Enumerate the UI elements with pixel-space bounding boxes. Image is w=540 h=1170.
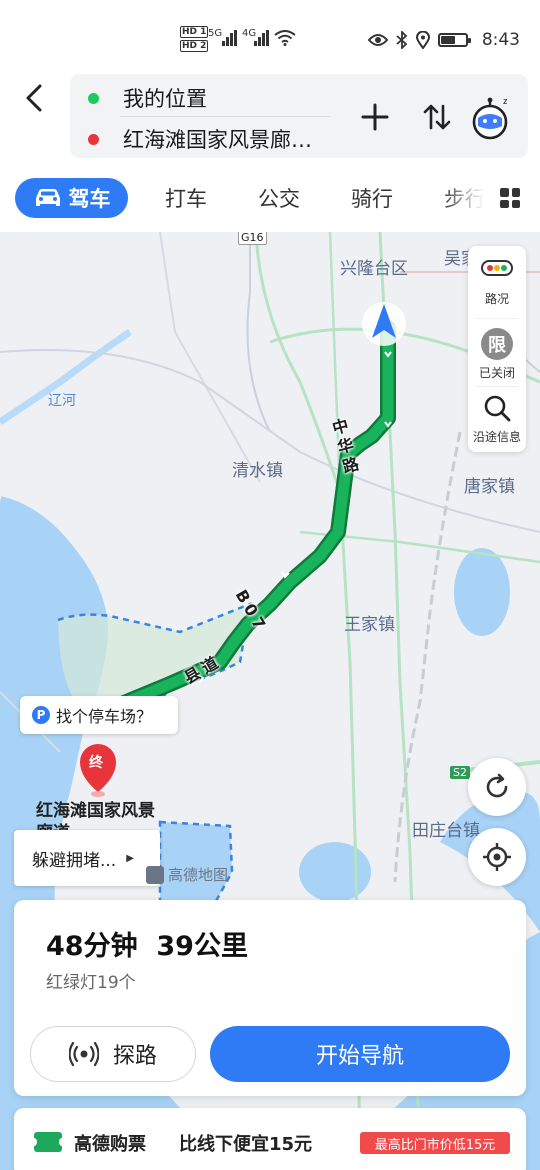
ticket-promo-card[interactable]: 高德购票 比线下便宜15元 最高比门市价低15元 bbox=[14, 1108, 526, 1170]
start-navigation-label: 开始导航 bbox=[315, 1044, 404, 1069]
duration-distance: 48分钟 39公里 bbox=[46, 931, 248, 962]
avoid-congestion-button[interactable]: 躲避拥堵... ▶ bbox=[14, 830, 160, 886]
map-label-xinglongtai: 兴隆台区 bbox=[340, 259, 408, 279]
amap-logo-icon bbox=[146, 865, 164, 884]
railway bbox=[393, 431, 462, 883]
map-label-tangjia: 唐家镇 bbox=[464, 477, 515, 497]
tab-drive-label: 驾车 bbox=[68, 187, 111, 211]
wifi-icon bbox=[274, 30, 296, 46]
ticket-discount-badge: 最高比门市价低15元 bbox=[360, 1132, 510, 1154]
tab-taxi[interactable]: 打车 bbox=[165, 178, 207, 218]
refresh-route-button[interactable] bbox=[468, 758, 526, 816]
play-arrow-icon: ▶ bbox=[126, 852, 134, 864]
location-icon bbox=[415, 31, 430, 49]
clock: 8:43 bbox=[481, 30, 520, 50]
restriction-toggle[interactable]: 限 已关闭 bbox=[468, 322, 526, 382]
tab-transit-label: 公交 bbox=[258, 187, 300, 211]
find-parking-button[interactable]: P 找个停车场？ bbox=[20, 696, 178, 734]
tab-bike[interactable]: 骑行 bbox=[351, 178, 393, 218]
amap-logo-text: 高德地图 bbox=[168, 866, 229, 884]
signal-5g-label: 5G bbox=[208, 28, 223, 39]
more-modes-grid-icon[interactable] bbox=[500, 188, 520, 208]
traffic-light-icon bbox=[481, 260, 513, 276]
ticket-brand: 高德购票 bbox=[74, 1134, 146, 1155]
network-badges: HD 1 HD 2 bbox=[180, 26, 209, 54]
search-icon bbox=[484, 395, 511, 422]
lake-east bbox=[454, 548, 510, 636]
origin-dot-icon bbox=[88, 92, 99, 104]
hd1-badge: HD 1 bbox=[180, 26, 209, 38]
status-bar: HD 1 HD 2 5G 4G 8:43 bbox=[0, 0, 540, 80]
destination-row[interactable]: 红海滩国家风景廊… bbox=[88, 124, 312, 154]
map-layers-panel: 路况 限 已关闭 沿途信息 bbox=[468, 246, 526, 452]
avoid-congestion-label: 躲避拥堵... bbox=[32, 850, 117, 871]
voice-assistant-icon[interactable]: z bbox=[468, 94, 512, 142]
svg-text:z: z bbox=[503, 96, 508, 106]
origin-row[interactable]: 我的位置 bbox=[88, 83, 207, 113]
route-summary-card[interactable]: 48分钟 39公里 红绿灯19个 探路 开始导航 bbox=[14, 900, 526, 1096]
map-label-qingshui: 清水镇 bbox=[232, 461, 283, 481]
highway-shield-g16: G16 bbox=[238, 232, 267, 245]
along-route-label: 沿途信息 bbox=[472, 430, 521, 444]
origin-text: 我的位置 bbox=[123, 87, 207, 111]
refresh-icon bbox=[486, 773, 508, 798]
eye-icon bbox=[367, 34, 388, 46]
start-navigation-button[interactable]: 开始导航 bbox=[210, 1026, 510, 1082]
map-label-wangjia: 王家镇 bbox=[344, 615, 395, 635]
hd2-badge: HD 2 bbox=[180, 40, 209, 52]
route-divider bbox=[120, 116, 330, 117]
battery-icon bbox=[437, 33, 471, 47]
amap-logo: 高德地图 bbox=[146, 864, 228, 885]
transport-mode-tabs: 驾车 打车 公交 骑行 步行 bbox=[0, 174, 540, 224]
traffic-light-count: 红绿灯19个 bbox=[46, 973, 136, 993]
destination-poi-label[interactable]: 红海滩国家风景廊道 bbox=[36, 800, 158, 834]
restriction-icon: 限 bbox=[481, 328, 513, 360]
ticket-promo-text: 比线下便宜15元 bbox=[179, 1134, 313, 1155]
destination-dot-icon bbox=[88, 133, 99, 145]
map-label-tianzhuangtai: 田庄台镇 bbox=[412, 821, 480, 841]
signal-strength-2-icon bbox=[254, 30, 270, 46]
along-route-info-button[interactable]: 沿途信息 bbox=[468, 390, 526, 450]
car-icon bbox=[35, 189, 60, 206]
tab-bike-label: 骑行 bbox=[351, 187, 393, 211]
highway-shield-s2: S2 bbox=[450, 766, 470, 779]
traffic-label: 路况 bbox=[484, 292, 509, 306]
locate-me-button[interactable] bbox=[468, 828, 526, 886]
route-input-box: 我的位置 红海滩国家风景廊… z bbox=[70, 74, 528, 158]
back-arrow-icon[interactable] bbox=[18, 82, 50, 114]
restriction-label: 已关闭 bbox=[478, 366, 515, 380]
tab-drive[interactable]: 驾车 bbox=[15, 178, 128, 218]
radar-icon bbox=[68, 1042, 99, 1066]
crosshair-icon bbox=[483, 843, 511, 871]
explore-route-button[interactable]: 探路 bbox=[30, 1026, 196, 1082]
explore-route-label: 探路 bbox=[112, 1044, 157, 1069]
map-label-liaohe: 辽河 bbox=[48, 393, 76, 409]
destination-marker-label: 终 bbox=[89, 755, 103, 771]
find-parking-label: 找个停车场？ bbox=[56, 707, 153, 726]
parking-icon: P bbox=[32, 706, 50, 724]
bluetooth-icon bbox=[396, 31, 408, 49]
tab-taxi-label: 打车 bbox=[165, 187, 207, 211]
signal-strength-1-icon bbox=[222, 30, 238, 46]
swap-route-button[interactable] bbox=[420, 100, 454, 134]
ticket-icon bbox=[31, 1132, 65, 1152]
tab-transit[interactable]: 公交 bbox=[258, 178, 300, 218]
lake-south bbox=[299, 842, 371, 902]
traffic-toggle[interactable]: 路况 bbox=[468, 258, 526, 314]
add-waypoint-button[interactable] bbox=[358, 100, 392, 134]
tabs-fade bbox=[440, 178, 492, 220]
destination-text: 红海滩国家风景廊… bbox=[123, 128, 312, 152]
